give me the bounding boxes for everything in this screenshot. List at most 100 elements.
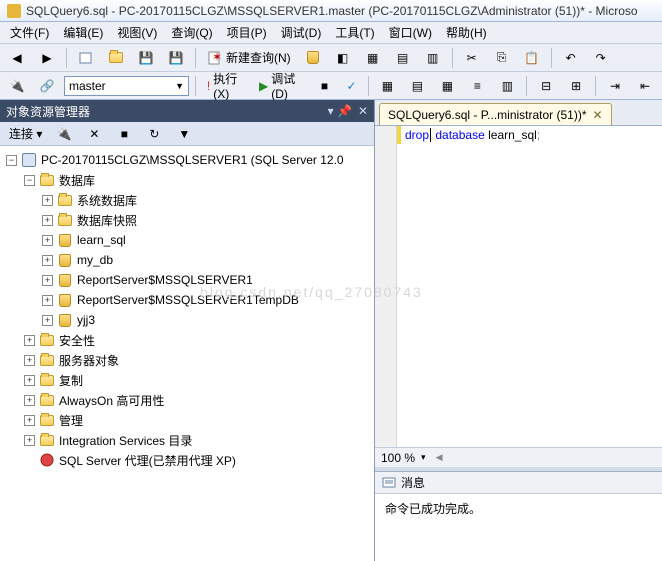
menu-window[interactable]: 窗口(W) <box>383 22 438 43</box>
save-button[interactable]: 💾 <box>133 47 159 69</box>
pin-icon[interactable]: ▾ 📌 <box>328 104 352 118</box>
close-icon[interactable]: ✕ <box>593 108 603 122</box>
database-selector[interactable]: master ▼ <box>64 76 189 96</box>
tree-management-node[interactable]: +管理 <box>0 410 374 430</box>
collapse-icon[interactable]: − <box>24 175 35 186</box>
tb-results-text-button[interactable]: ≡ <box>464 75 490 97</box>
messages-tab[interactable]: 消息 <box>375 472 662 494</box>
tb-outdent-button[interactable]: ⇤ <box>632 75 658 97</box>
oe-filter-button[interactable]: ▼ <box>171 123 197 145</box>
tree-db-reportserver-temp[interactable]: + ReportServer$MSSQLSERVER1TempDB <box>0 290 374 310</box>
tree-db-reportserver[interactable]: + ReportServer$MSSQLSERVER1 <box>0 270 374 290</box>
expand-icon[interactable]: + <box>42 295 53 306</box>
db-label: ReportServer$MSSQLSERVER1TempDB <box>77 293 299 307</box>
menu-edit[interactable]: 编辑(E) <box>57 22 109 43</box>
menu-file[interactable]: 文件(F) <box>4 22 55 43</box>
save-all-button[interactable]: 💾 <box>163 47 189 69</box>
tb-uncomment-button[interactable]: ⊞ <box>563 75 589 97</box>
tb-comment-button[interactable]: ⊟ <box>533 75 559 97</box>
tree-alwayson-node[interactable]: +AlwaysOn 高可用性 <box>0 390 374 410</box>
tree-sysdb-node[interactable]: +系统数据库 <box>0 190 374 210</box>
scroll-left-icon[interactable]: ◀ <box>436 452 443 463</box>
close-icon[interactable]: ✕ <box>358 104 368 118</box>
tb-query-button[interactable]: ▦ <box>360 47 386 69</box>
tree-db-yjj3[interactable]: +yjj3 <box>0 310 374 330</box>
db-label: ReportServer$MSSQLSERVER1 <box>77 273 253 287</box>
redo-button[interactable]: ↷ <box>588 47 614 69</box>
object-explorer-tree[interactable]: −PC-20170115CLGZ\MSSQLSERVER1 (SQL Serve… <box>0 146 374 561</box>
forward-button[interactable]: ▶ <box>34 47 60 69</box>
tb-report-button[interactable]: ▤ <box>390 47 416 69</box>
tree-databases-node[interactable]: −数据库 <box>0 170 374 190</box>
tb-other-button[interactable]: ▥ <box>420 47 446 69</box>
zoom-value[interactable]: 100 % <box>381 451 415 465</box>
debug-button[interactable]: ▶ 调试(D) <box>254 67 307 104</box>
menu-debug[interactable]: 调试(D) <box>275 22 328 43</box>
expand-icon[interactable]: + <box>42 315 53 326</box>
expand-icon[interactable]: + <box>42 235 53 246</box>
folder-icon <box>39 332 55 348</box>
app-icon <box>6 3 22 19</box>
tree-db-learn-sql[interactable]: +learn_sql <box>0 230 374 250</box>
expand-icon[interactable]: + <box>24 375 35 386</box>
tree-replication-node[interactable]: +复制 <box>0 370 374 390</box>
new-query-button[interactable]: ✶新建查询(N) <box>202 46 296 69</box>
menu-help[interactable]: 帮助(H) <box>440 22 493 43</box>
tree-security-node[interactable]: +安全性 <box>0 330 374 350</box>
tb-db-icon-button[interactable] <box>300 47 326 69</box>
oe-btn-1[interactable]: 🔌 <box>51 123 77 145</box>
sql-editor[interactable]: drop database learn_sql; <box>375 126 662 447</box>
oe-btn-2[interactable]: ✕ <box>81 123 107 145</box>
tb-cube-button[interactable]: ◧ <box>330 47 356 69</box>
save-all-icon: 💾 <box>168 50 184 66</box>
oe-refresh-button[interactable]: ↻ <box>141 123 167 145</box>
collapse-icon[interactable]: − <box>6 155 17 166</box>
tb-results-grid-button[interactable]: ▦ <box>434 75 460 97</box>
expand-icon[interactable]: + <box>24 395 35 406</box>
change-connection-button[interactable]: 🔌 <box>4 75 30 97</box>
editor-tab[interactable]: SQLQuery6.sql - P...ministrator (51))* ✕ <box>379 103 612 125</box>
folder-icon <box>39 352 55 368</box>
execute-label: 执行(X) <box>213 70 245 101</box>
execute-button[interactable]: ! 执行(X) <box>202 67 250 104</box>
new-project-button[interactable] <box>73 47 99 69</box>
menu-query[interactable]: 查询(Q) <box>165 22 218 43</box>
tree-db-my-db[interactable]: +my_db <box>0 250 374 270</box>
oe-btn-3[interactable]: ■ <box>111 123 137 145</box>
expand-icon[interactable]: + <box>42 195 53 206</box>
chevron-down-icon[interactable]: ▾ <box>421 452 426 463</box>
expand-icon[interactable]: + <box>24 435 35 446</box>
back-icon: ◀ <box>9 50 25 66</box>
messages-tab-label: 消息 <box>401 474 425 491</box>
connect-dropdown[interactable]: 连接 ▾ <box>4 122 47 145</box>
open-button[interactable] <box>103 47 129 69</box>
copy-button[interactable]: ⎘ <box>489 47 515 69</box>
parse-button[interactable]: ✓ <box>341 76 361 96</box>
tb-plan-button[interactable]: ▦ <box>374 75 400 97</box>
expand-icon[interactable]: + <box>42 255 53 266</box>
tb-indent-button[interactable]: ⇥ <box>602 75 628 97</box>
tb-stats-button[interactable]: ▤ <box>404 75 430 97</box>
expand-icon[interactable]: + <box>42 215 53 226</box>
undo-button[interactable]: ↶ <box>558 47 584 69</box>
expand-icon[interactable]: + <box>24 415 35 426</box>
menu-tools[interactable]: 工具(T) <box>329 22 380 43</box>
expand-icon[interactable]: + <box>24 335 35 346</box>
outdent-icon: ⇤ <box>637 78 653 94</box>
tree-iscatalog-node[interactable]: +Integration Services 目录 <box>0 430 374 450</box>
tree-server-node[interactable]: −PC-20170115CLGZ\MSSQLSERVER1 (SQL Serve… <box>0 150 374 170</box>
menu-view[interactable]: 视图(V) <box>111 22 163 43</box>
menu-project[interactable]: 项目(P) <box>221 22 273 43</box>
stop-button[interactable]: ■ <box>311 75 337 97</box>
back-button[interactable]: ◀ <box>4 47 30 69</box>
cut-button[interactable]: ✂ <box>459 47 485 69</box>
tb-results-file-button[interactable]: ▥ <box>494 75 520 97</box>
connect-button[interactable]: 🔗 <box>34 75 60 97</box>
tree-serverobj-node[interactable]: +服务器对象 <box>0 350 374 370</box>
paste-button[interactable]: 📋 <box>519 47 545 69</box>
expand-icon[interactable]: + <box>42 275 53 286</box>
tree-snapshot-node[interactable]: +数据库快照 <box>0 210 374 230</box>
tree-agent-node[interactable]: SQL Server 代理(已禁用代理 XP) <box>0 450 374 470</box>
database-icon <box>57 272 73 288</box>
expand-icon[interactable]: + <box>24 355 35 366</box>
